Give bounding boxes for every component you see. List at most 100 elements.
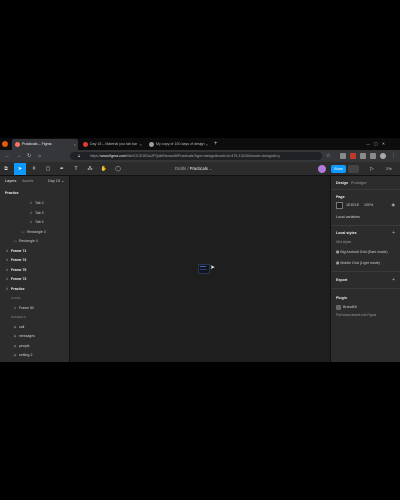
- background-opacity[interactable]: 100%: [364, 201, 373, 209]
- zoom-level[interactable]: 2%: [386, 162, 392, 176]
- layer-item[interactable]: #Tab bar: [0, 361, 69, 363]
- hand-tool-icon[interactable]: ✋: [98, 163, 110, 175]
- layer-item[interactable]: ◈ messages: [0, 332, 69, 341]
- breadcrumb[interactable]: Drafts / Practicals ⌄: [175, 162, 213, 176]
- layer-label: Rectangle 3: [27, 229, 46, 234]
- page-background-field[interactable]: 1E1E1E: [336, 201, 359, 209]
- share-button[interactable]: Share: [331, 165, 346, 173]
- close-icon[interactable]: ×: [140, 139, 142, 150]
- eye-icon[interactable]: ◉: [392, 201, 396, 209]
- layer-label: Frame 73: [11, 277, 27, 281]
- extension-icon[interactable]: [340, 153, 346, 159]
- tab-prototype[interactable]: Prototype: [351, 179, 366, 187]
- frame-icon: #: [6, 277, 8, 281]
- layer-item[interactable]: # Frame 80: [0, 304, 69, 313]
- pen-tool-icon[interactable]: ✒: [56, 163, 68, 175]
- layer-item[interactable]: # Frame 71: [0, 247, 69, 256]
- frame-icon: #: [14, 305, 16, 310]
- close-icon[interactable]: ×: [206, 139, 208, 150]
- layer-item[interactable]: # Tab 3: [0, 209, 69, 218]
- extension-icon[interactable]: [360, 153, 366, 159]
- page-selector-label: Day 15: [48, 179, 61, 183]
- layer-section-label: NORMALS: [0, 313, 69, 322]
- layer-item[interactable]: # Practice: [0, 285, 69, 294]
- layer-item[interactable]: # Tab 4: [0, 218, 69, 227]
- tab-layers[interactable]: Layers: [5, 176, 16, 186]
- add-export-icon[interactable]: +: [392, 276, 395, 284]
- new-tab-button[interactable]: +: [214, 139, 218, 149]
- plugin-description: Pull brand assets into Figma: [336, 313, 377, 317]
- forward-arrow-icon[interactable]: →: [16, 152, 21, 160]
- component-icon: ◈: [13, 334, 17, 338]
- present-play-icon[interactable]: ▷: [370, 162, 374, 176]
- design-canvas[interactable]: ➤: [70, 176, 330, 362]
- grid-style-item[interactable]: ▦ Mobile Grid (Light mode): [336, 259, 380, 267]
- breadcrumb-separator: /: [187, 166, 189, 171]
- resources-tool-icon[interactable]: ⁂: [84, 163, 96, 175]
- layer-label: setting-2: [19, 353, 33, 357]
- home-icon[interactable]: ⌂: [38, 152, 41, 160]
- browser-tab-figma[interactable]: Practicals – Figma ×: [12, 139, 78, 150]
- page-item-practice[interactable]: Practice: [0, 189, 69, 198]
- figma-main-menu-icon[interactable]: ⧉: [0, 163, 12, 175]
- window-controls[interactable]: —▢✕: [366, 138, 389, 150]
- extension-icon[interactable]: [350, 153, 356, 159]
- plugin-item[interactable]: BrandKit: [336, 303, 357, 311]
- frame-icon: #: [6, 286, 8, 291]
- layer-label: Frame 71: [11, 248, 27, 253]
- back-arrow-icon[interactable]: ←: [5, 152, 10, 160]
- bookmark-star-icon[interactable]: ☆: [326, 152, 330, 160]
- layer-item[interactable]: ◈ setting-2: [0, 351, 69, 360]
- canvas-frame-thumbnail[interactable]: [198, 264, 210, 274]
- add-style-icon[interactable]: +: [392, 229, 395, 237]
- layer-item[interactable]: # Frame 75: [0, 266, 69, 275]
- url-domain: www.figma.com: [100, 154, 126, 158]
- url-path: /file/JOCE1EUuZFQdkRxmwz8t/Practicals?ty…: [125, 154, 280, 158]
- local-variables[interactable]: Local variables: [336, 213, 360, 221]
- component-icon: ◈: [13, 353, 17, 357]
- comment-tool-icon[interactable]: ◯: [112, 163, 124, 175]
- layer-item[interactable]: # Frame 74: [0, 256, 69, 265]
- plugin-icon: [336, 304, 341, 310]
- left-panel-tabs: Layers Assets Day 15 ⌄: [0, 176, 69, 186]
- frame-icon: #: [6, 258, 8, 262]
- move-tool-icon[interactable]: ➤: [14, 163, 26, 175]
- divider: [331, 189, 400, 190]
- browser-logo-icon: [2, 141, 8, 147]
- profile-avatar[interactable]: [380, 153, 386, 159]
- extension-icon[interactable]: [370, 153, 376, 159]
- rect-icon: ▭: [21, 229, 25, 234]
- url-bar[interactable]: 🔒︎ https://www.figma.com/file/JOCE1EUuZF…: [70, 152, 322, 160]
- layer-item[interactable]: # Frame 73: [0, 275, 69, 284]
- export-heading: Export: [336, 278, 348, 282]
- chevron-down-icon[interactable]: ⌄: [209, 166, 213, 171]
- layer-item[interactable]: ▭ Rectangle 3: [0, 228, 69, 237]
- text-tool-icon[interactable]: T: [70, 163, 82, 175]
- dev-mode-toggle[interactable]: [348, 165, 359, 173]
- menu-dots-icon[interactable]: ⋮: [391, 152, 396, 160]
- breadcrumb-file[interactable]: Practicals: [190, 166, 208, 171]
- tab-design[interactable]: Design: [336, 179, 348, 187]
- layer-item[interactable]: # Tab 2: [0, 199, 69, 208]
- frame-icon: #: [6, 267, 8, 272]
- grid-style-label: Mobile Grid (Light mode): [340, 261, 380, 265]
- grid-style-item[interactable]: ▦ Big Android Grid (Dark mode): [336, 248, 388, 256]
- background-swatch[interactable]: [336, 201, 343, 209]
- lock-icon: 🔒︎: [78, 153, 81, 158]
- frame-tool-icon[interactable]: #: [28, 163, 40, 175]
- frame-icon: #: [11, 361, 19, 363]
- reload-icon[interactable]: ↻: [27, 152, 31, 160]
- page-selector[interactable]: Day 15 ⌄: [48, 176, 64, 186]
- layer-item[interactable]: ▭ Rectangle 4: [0, 237, 69, 246]
- layer-item[interactable]: ◈ people: [0, 342, 69, 351]
- breadcrumb-drafts[interactable]: Drafts: [175, 166, 186, 171]
- tab-assets[interactable]: Assets: [22, 176, 33, 186]
- layer-label: Tab 3: [35, 210, 44, 215]
- browser-tab-100days[interactable]: My copy of 100 days of design ×: [146, 139, 210, 150]
- shape-tool-icon[interactable]: ▢: [42, 163, 54, 175]
- chevron-down-icon: ⌄: [61, 179, 65, 183]
- user-avatar[interactable]: [318, 165, 326, 173]
- layer-item[interactable]: ◈ call: [0, 323, 69, 332]
- close-icon[interactable]: ×: [74, 139, 76, 150]
- browser-tab-day15[interactable]: Day 15 – Material you tab bar ×: [80, 139, 144, 150]
